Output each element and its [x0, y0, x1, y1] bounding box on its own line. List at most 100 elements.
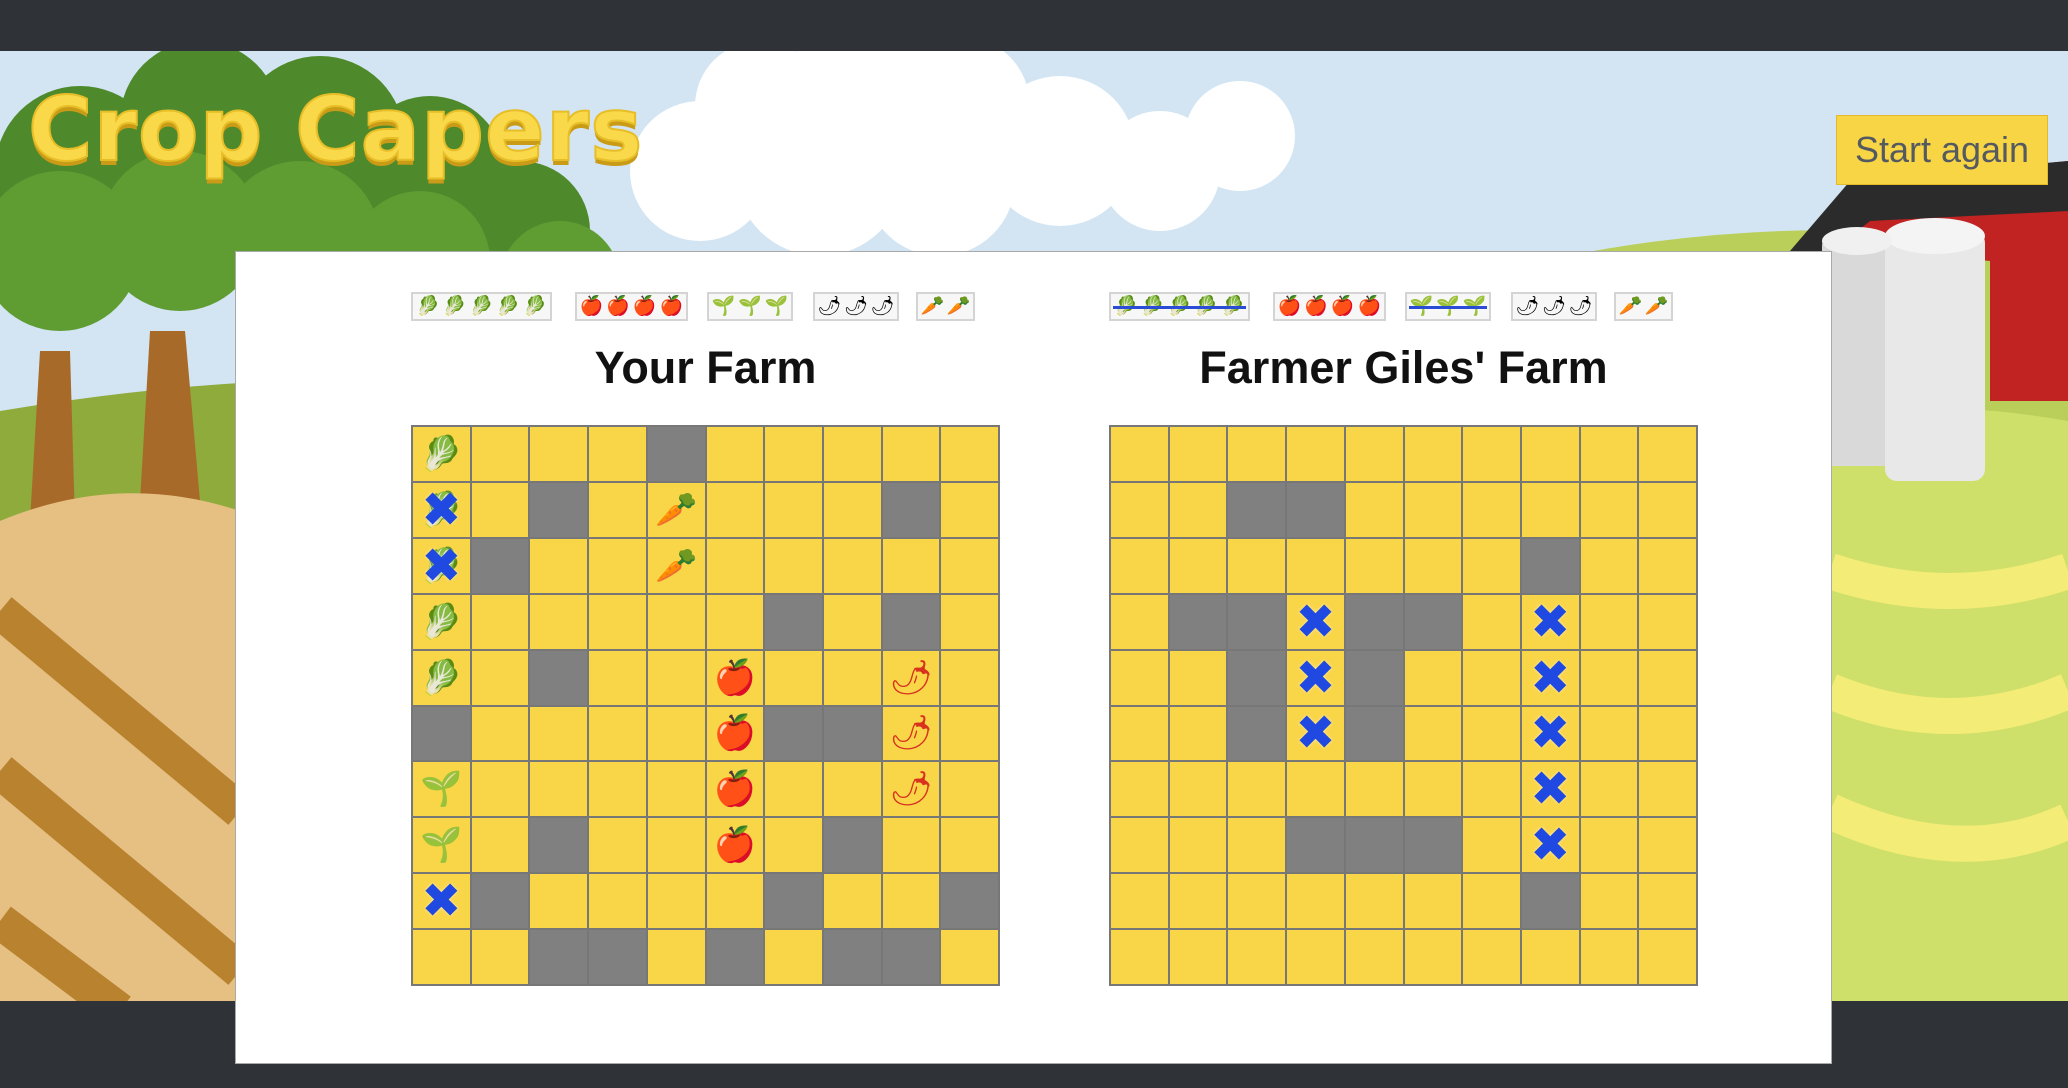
opponent-grid-cell[interactable]	[1287, 482, 1344, 537]
opponent-grid-cell[interactable]	[1111, 706, 1168, 761]
opponent-grid-cell[interactable]	[1463, 930, 1520, 984]
opponent-grid-cell[interactable]	[1345, 874, 1403, 929]
opponent-grid-cell[interactable]	[1580, 594, 1638, 649]
opponent-grid-cell[interactable]	[1580, 874, 1638, 929]
opponent-grid-cell[interactable]: ✖	[1287, 650, 1344, 706]
opponent-grid-cell[interactable]	[1111, 594, 1168, 649]
opponent-grid-cell[interactable]	[1521, 482, 1579, 537]
opponent-grid-cell[interactable]	[1580, 762, 1638, 817]
opponent-grid-cell[interactable]	[1169, 818, 1227, 873]
opponent-grid-cell[interactable]	[1345, 930, 1403, 984]
opponent-grid-cell[interactable]	[1580, 818, 1638, 873]
opponent-grid-cell[interactable]	[1345, 818, 1403, 873]
opponent-grid-cell[interactable]: ✖	[1521, 594, 1579, 650]
opponent-grid-cell[interactable]	[1463, 706, 1520, 761]
opponent-grid-cell[interactable]	[1580, 650, 1638, 705]
opponent-grid-cell[interactable]	[1169, 538, 1227, 593]
opponent-grid-cell[interactable]	[1404, 427, 1462, 481]
opponent-grid-cell[interactable]	[1111, 874, 1168, 929]
opponent-grid-cell[interactable]	[1111, 482, 1168, 537]
opponent-grid-cell[interactable]	[1228, 706, 1286, 761]
opponent-grid-cell[interactable]	[1463, 650, 1520, 705]
opponent-grid-cell[interactable]	[1228, 762, 1286, 817]
opponent-grid-cell[interactable]	[1228, 538, 1286, 593]
opponent-grid-cell[interactable]	[1169, 874, 1227, 929]
opponent-grid-cell[interactable]	[1521, 538, 1579, 593]
opponent-grid-cell[interactable]	[1463, 538, 1520, 593]
opponent-grid-cell[interactable]	[1404, 930, 1462, 984]
opponent-grid-cell[interactable]	[1111, 650, 1168, 705]
opponent-grid-cell[interactable]	[1228, 427, 1286, 481]
opponent-grid-cell[interactable]	[1228, 650, 1286, 705]
opponent-grid-cell[interactable]	[1463, 482, 1520, 537]
opponent-grid-cell[interactable]	[1345, 706, 1403, 761]
opponent-grid-cell[interactable]	[1639, 706, 1696, 761]
opponent-grid-cell[interactable]: ✖	[1287, 705, 1344, 761]
opponent-grid-cell[interactable]	[1463, 762, 1520, 817]
opponent-grid-cell[interactable]	[1580, 427, 1638, 481]
opponent-grid-cell[interactable]	[1345, 427, 1403, 481]
opponent-grid-cell[interactable]	[1404, 706, 1462, 761]
opponent-grid-cell[interactable]	[1345, 482, 1403, 537]
opponent-grid-cell[interactable]: ✖	[1521, 705, 1579, 761]
opponent-grid-cell[interactable]: ✖	[1521, 650, 1579, 706]
opponent-grid-cell[interactable]	[1639, 482, 1696, 537]
opponent-grid-cell[interactable]	[1580, 482, 1638, 537]
opponent-grid-cell[interactable]	[1287, 538, 1344, 593]
opponent-grid-cell[interactable]	[1228, 930, 1286, 984]
opponent-grid-cell[interactable]	[1639, 427, 1696, 481]
opponent-grid-cell[interactable]	[1228, 874, 1286, 929]
opponent-grid-cell[interactable]	[1228, 818, 1286, 873]
opponent-grid-cell[interactable]	[1404, 874, 1462, 929]
opponent-grid-cell[interactable]	[1345, 538, 1403, 593]
opponent-grid-cell[interactable]	[1639, 762, 1696, 817]
opponent-grid-cell[interactable]	[1463, 874, 1520, 929]
opponent-grid-cell[interactable]	[1580, 706, 1638, 761]
start-again-button[interactable]: Start again	[1836, 115, 2048, 185]
opponent-grid-cell[interactable]	[1345, 650, 1403, 705]
opponent-grid-cell[interactable]	[1404, 650, 1462, 705]
opponent-grid-cell[interactable]	[1169, 930, 1227, 984]
opponent-grid-cell[interactable]	[1169, 762, 1227, 817]
opponent-grid-cell[interactable]	[1169, 594, 1227, 649]
opponent-grid-cell[interactable]	[1404, 538, 1462, 593]
opponent-grid-cell[interactable]	[1111, 538, 1168, 593]
opponent-grid-cell[interactable]	[1287, 874, 1344, 929]
opponent-grid-cell[interactable]	[1580, 538, 1638, 593]
opponent-grid-cell[interactable]	[1463, 427, 1520, 481]
opponent-grid-cell[interactable]	[1228, 482, 1286, 537]
opponent-grid-cell[interactable]	[1404, 762, 1462, 817]
opponent-grid-cell[interactable]	[1404, 482, 1462, 537]
opponent-grid-cell[interactable]: ✖	[1287, 594, 1344, 650]
opponent-grid-cell[interactable]	[1287, 427, 1344, 481]
opponent-grid-cell[interactable]	[1287, 930, 1344, 984]
opponent-grid-cell[interactable]	[1639, 650, 1696, 705]
opponent-grid-cell[interactable]	[1580, 930, 1638, 984]
opponent-grid-cell[interactable]	[1287, 818, 1344, 873]
opponent-grid-cell[interactable]: ✖	[1521, 817, 1579, 873]
opponent-grid-cell[interactable]	[1287, 762, 1344, 817]
opponent-grid-cell[interactable]	[1111, 930, 1168, 984]
opponent-grid-cell[interactable]	[1521, 874, 1579, 929]
opponent-grid-cell[interactable]: ✖	[1521, 761, 1579, 817]
opponent-grid-cell[interactable]	[1228, 594, 1286, 649]
opponent-grid-cell[interactable]	[1345, 762, 1403, 817]
opponent-grid-cell[interactable]	[1169, 706, 1227, 761]
opponent-grid-cell[interactable]	[1521, 930, 1579, 984]
opponent-grid-cell[interactable]	[1639, 874, 1696, 929]
opponent-grid-cell[interactable]	[1111, 427, 1168, 481]
opponent-grid-cell[interactable]	[1639, 594, 1696, 649]
opponent-grid-cell[interactable]	[1111, 818, 1168, 873]
opponent-grid-cell[interactable]	[1404, 594, 1462, 649]
opponent-grid-cell[interactable]	[1345, 594, 1403, 649]
opponent-grid-cell[interactable]	[1521, 427, 1579, 481]
opponent-grid-cell[interactable]	[1169, 650, 1227, 705]
opponent-grid-cell[interactable]	[1111, 762, 1168, 817]
opponent-grid-cell[interactable]	[1639, 538, 1696, 593]
opponent-grid-cell[interactable]	[1463, 818, 1520, 873]
opponent-grid-cell[interactable]	[1169, 482, 1227, 537]
opponent-grid-cell[interactable]	[1404, 818, 1462, 873]
opponent-grid-cell[interactable]	[1169, 427, 1227, 481]
opponent-grid-cell[interactable]	[1639, 818, 1696, 873]
opponent-grid-cell[interactable]	[1639, 930, 1696, 984]
